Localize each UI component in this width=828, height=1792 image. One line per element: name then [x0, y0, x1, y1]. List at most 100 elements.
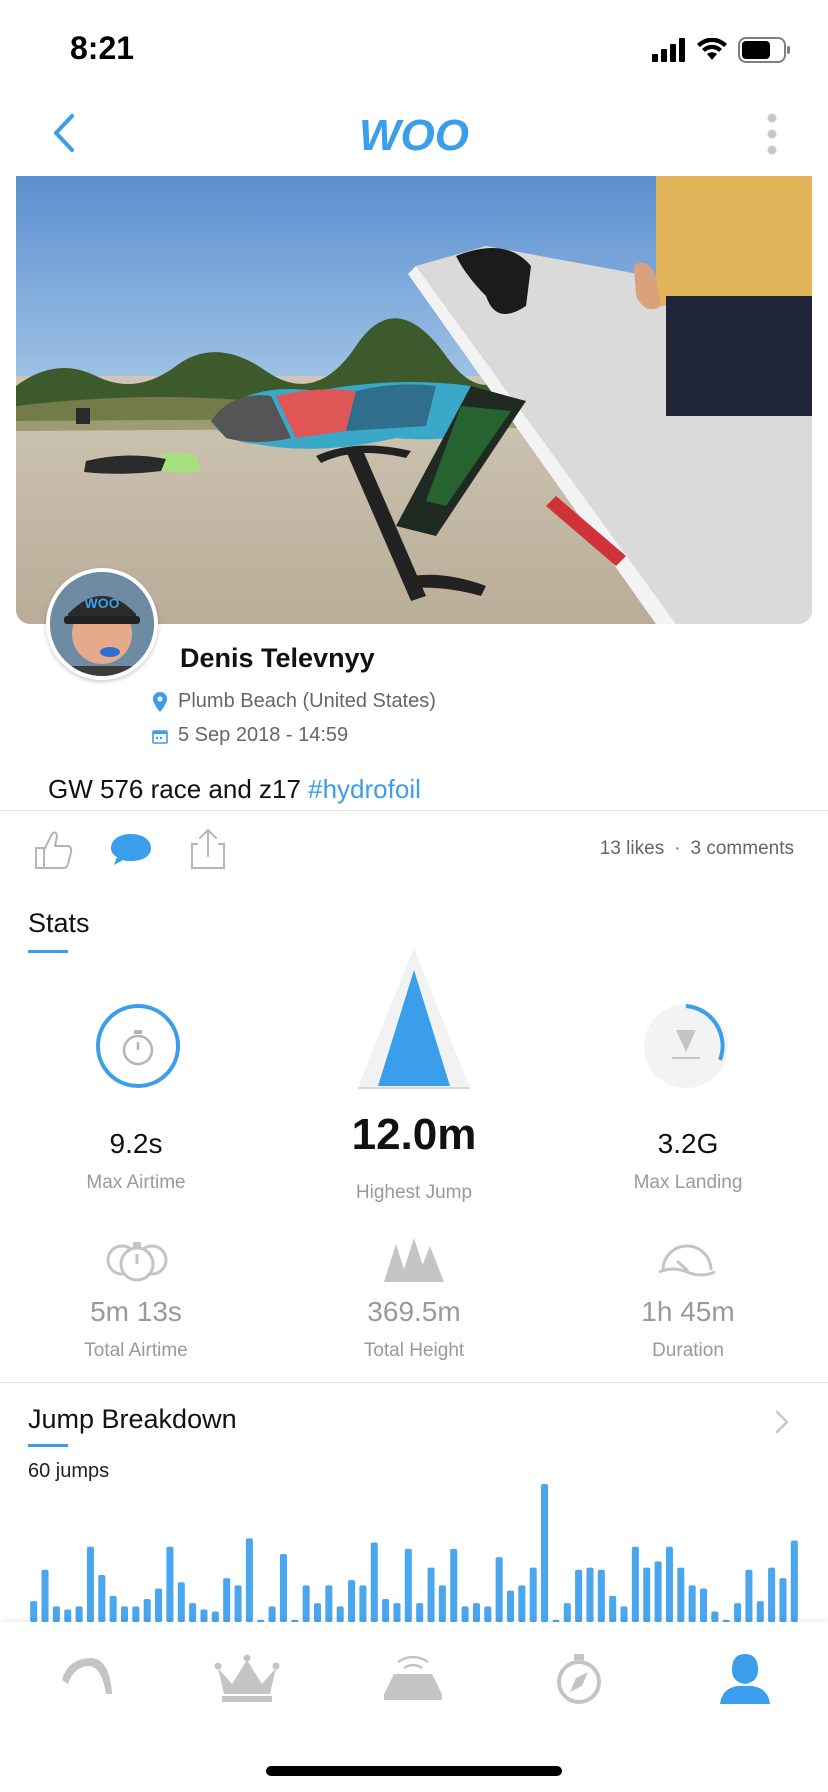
jump-bar [41, 1569, 49, 1622]
stat-label: Total Height [363, 1340, 465, 1361]
jump-bar [64, 1609, 72, 1622]
chevron-right-icon[interactable] [772, 1408, 792, 1436]
likes-count[interactable]: 13 likes [600, 838, 664, 860]
jump-bar [461, 1606, 469, 1622]
jump-bar [359, 1585, 367, 1622]
location-text: Plumb Beach (United States) [178, 690, 436, 712]
landing-gauge-icon [644, 1004, 728, 1088]
jump-bar [654, 1561, 662, 1622]
jump-bar [416, 1603, 424, 1622]
jump-bar [200, 1609, 208, 1622]
like-icon[interactable] [30, 826, 76, 872]
user-avatar[interactable]: WOO [46, 568, 158, 680]
profile-tab-icon[interactable] [710, 1650, 780, 1706]
svg-text:WOO: WOO [85, 595, 120, 611]
stat-label: Highest Jump [355, 1182, 473, 1203]
jump-bar [734, 1603, 742, 1622]
explore-compass-icon[interactable] [544, 1650, 614, 1706]
jump-bar [279, 1554, 287, 1622]
location-pin-icon [153, 691, 167, 712]
jump-bar [302, 1585, 310, 1622]
jump-bar [211, 1611, 219, 1622]
jump-bar [404, 1548, 412, 1622]
jump-bar [677, 1567, 685, 1622]
jump-bar [631, 1546, 639, 1622]
jump-bar [756, 1601, 764, 1622]
post-caption: GW 576 race and z17 #hydrofoil [48, 774, 421, 805]
jump-bar [745, 1569, 753, 1622]
jump-bar [688, 1585, 696, 1622]
jump-bar [699, 1588, 708, 1622]
jump-bar [665, 1546, 673, 1622]
jump-breakdown-title[interactable]: Jump Breakdown [28, 1404, 237, 1435]
jump-bar [370, 1542, 378, 1622]
jump-bar [518, 1585, 526, 1622]
more-options-icon[interactable] [764, 112, 780, 156]
status-icons [652, 36, 792, 64]
total-height-peaks-icon [384, 1238, 444, 1282]
signal-icon [652, 38, 685, 62]
jump-bar [348, 1580, 356, 1622]
jump-bar [438, 1585, 446, 1622]
kite-tab-icon[interactable] [48, 1650, 118, 1706]
calendar-icon [152, 729, 168, 744]
jump-breakdown-chart[interactable] [28, 1480, 800, 1622]
jump-bar [75, 1606, 83, 1622]
jump-bar [541, 1484, 549, 1622]
stopwatch-ring-icon [96, 1004, 180, 1088]
jump-bar [529, 1567, 537, 1622]
stat-max-airtime: 9.2s Max Airtime [6, 1128, 266, 1194]
jump-breakdown-underline [28, 1444, 68, 1447]
jump-bar [643, 1567, 651, 1622]
stat-label: Duration [652, 1340, 724, 1361]
jump-bar [450, 1548, 458, 1622]
stat-duration: 1h 45m Duration [558, 1296, 818, 1362]
svg-text:WOO: WOO [359, 111, 469, 160]
stat-label: Max Landing [633, 1172, 743, 1193]
woo-logo: WOO [359, 111, 469, 160]
stats-title: Stats [28, 908, 90, 938]
date-text: 5 Sep 2018 - 14:59 [178, 724, 349, 746]
jump-bar [86, 1546, 94, 1622]
jump-bar [427, 1567, 435, 1622]
user-name[interactable]: Denis Televnyy [180, 643, 375, 674]
jump-bar [234, 1585, 242, 1622]
device-tab-icon[interactable] [378, 1650, 448, 1706]
jump-bar [575, 1569, 583, 1622]
jump-bar [132, 1606, 140, 1622]
back-chevron-icon[interactable] [44, 108, 84, 158]
stat-value: 1h 45m [641, 1296, 735, 1327]
jump-bar [98, 1574, 106, 1622]
post-photo[interactable] [16, 176, 812, 624]
home-indicator [266, 1766, 562, 1776]
jump-bar [336, 1606, 344, 1622]
jump-bar [609, 1595, 617, 1622]
jump-bar [711, 1611, 719, 1622]
share-icon[interactable] [186, 826, 232, 872]
comments-count[interactable]: 3 comments [691, 838, 794, 860]
hashtag-link[interactable]: #hydrofoil [308, 774, 421, 804]
jump-bar [586, 1567, 594, 1622]
jump-bar [155, 1588, 163, 1622]
jump-bar [268, 1606, 276, 1622]
stat-value: 9.2s [109, 1128, 163, 1159]
jump-bar [779, 1578, 787, 1622]
leaderboard-crown-icon[interactable] [212, 1650, 282, 1706]
jump-bar [189, 1603, 197, 1622]
beach-photo-illustration [16, 176, 812, 624]
stat-total-height: 369.5m Total Height [284, 1296, 544, 1362]
jump-bar [245, 1538, 253, 1622]
wifi-icon [697, 38, 727, 60]
bottom-tab-bar [0, 1622, 828, 1792]
comment-icon[interactable] [108, 826, 154, 872]
stat-total-airtime: 5m 13s Total Airtime [6, 1296, 266, 1362]
status-time: 8:21 [70, 30, 135, 66]
jump-bar [325, 1585, 333, 1622]
jump-bar [768, 1567, 776, 1622]
jump-bar [484, 1606, 492, 1622]
jump-bar [30, 1601, 38, 1622]
jump-bar [506, 1590, 515, 1622]
jump-bar [382, 1599, 390, 1622]
jump-bar [472, 1603, 480, 1622]
stat-value: 369.5m [367, 1296, 461, 1327]
